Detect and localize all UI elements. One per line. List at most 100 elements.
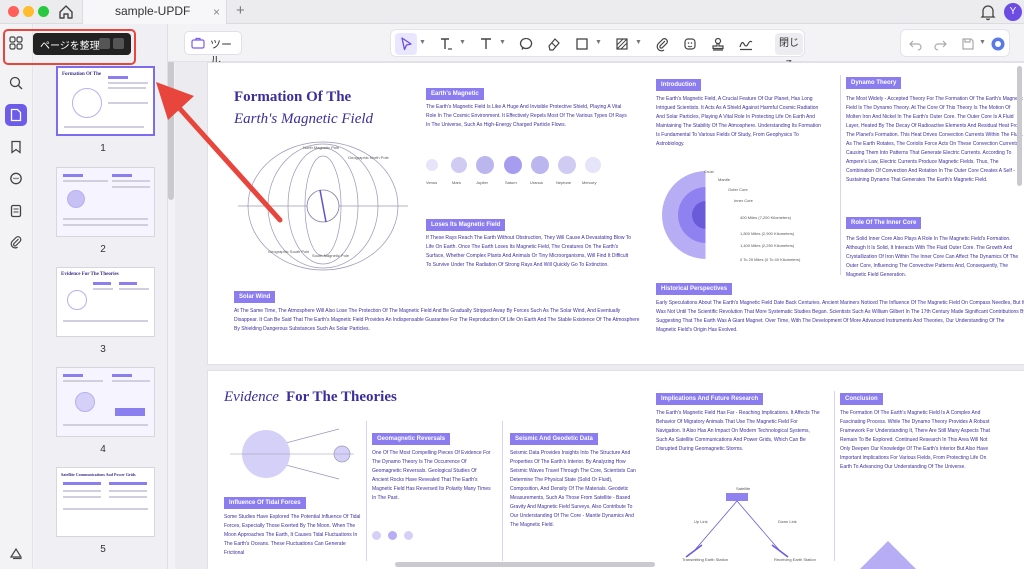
close-annotation-button[interactable]: 閉じる (775, 33, 803, 71)
home-icon[interactable] (57, 3, 75, 21)
toolbox-icon (191, 37, 205, 49)
bell-icon[interactable] (980, 3, 996, 21)
thumbnail-graphic (63, 374, 83, 377)
bookmark-button[interactable] (5, 136, 27, 158)
avatar[interactable]: Y (1004, 3, 1022, 21)
select-tool[interactable] (395, 33, 417, 55)
thumbnail-graphic (63, 380, 103, 382)
section-text: At The Same Time, The Atmosphere Will Al… (234, 308, 640, 332)
ai-assistant-button[interactable] (987, 33, 1009, 55)
core-label: 400 Miles (7,200 Kilometers) (740, 215, 791, 220)
document-tab-title: sample-UPDF (115, 4, 191, 18)
chevron-down-icon[interactable]: ▼ (419, 39, 426, 46)
planet-graphic (476, 156, 494, 174)
section-heading: Conclusion (840, 393, 883, 405)
section-text: If These Rays Reach The Earth Without Ob… (426, 235, 632, 268)
redo-button[interactable] (929, 33, 951, 55)
planet-label: Jupiter (476, 180, 489, 185)
vertical-scrollbar[interactable] (1017, 66, 1022, 186)
eraser-tool[interactable] (543, 33, 565, 55)
chevron-down-icon[interactable]: ▼ (499, 39, 506, 46)
form-button[interactable] (5, 200, 27, 222)
thumbnail-graphic (109, 496, 147, 498)
page-thumbnail-3[interactable]: Evidence For The Theories (56, 267, 155, 337)
comment-icon (10, 172, 22, 185)
ai-logo-icon (991, 37, 1005, 51)
chevron-down-icon[interactable]: ▼ (635, 39, 642, 46)
paperclip-icon (10, 236, 22, 249)
thumbnail-graphic (119, 288, 149, 290)
thumbnail-graphic (112, 180, 150, 182)
thumbnail-graphic (63, 320, 148, 322)
chevron-down-icon[interactable]: ▼ (595, 39, 602, 46)
thumbnail-page-number: 4 (100, 444, 106, 455)
shape-tool[interactable] (571, 33, 593, 55)
thumbnail-graphic (119, 282, 137, 285)
horizontal-scrollbar[interactable] (395, 562, 655, 567)
thumbnail-graphic (108, 102, 148, 104)
thumbnail-graphic (63, 508, 148, 510)
toolbar: ツール ▼ ▼ ▼ ▼ ▼ 閉じる ▼ (168, 24, 1024, 71)
title-bar: sample-UPDF × + Y (0, 0, 1024, 24)
core-label: Outer Core (728, 187, 748, 192)
note-tool[interactable] (515, 33, 537, 55)
document-tab[interactable]: sample-UPDF × (82, 0, 227, 24)
column-divider (834, 391, 835, 561)
search-button[interactable] (5, 72, 27, 94)
page-thumbnail-1[interactable]: Formation Of The (56, 66, 155, 136)
comment-icon (519, 37, 533, 50)
attachment-button[interactable] (5, 231, 27, 253)
thumbnail-graphic (112, 186, 150, 188)
stamp-tool[interactable] (707, 33, 729, 55)
signature-tool[interactable] (735, 33, 757, 55)
planet-label: Neptune (556, 180, 572, 185)
save-button[interactable] (957, 33, 979, 55)
core-label: Crust (704, 169, 714, 174)
shortcut-key-icon (113, 38, 124, 49)
section-heading: Role Of The Inner Core (846, 217, 922, 229)
right-tool-group: ▼ (900, 29, 1010, 57)
thumbnail-graphic (63, 218, 148, 220)
planet-graphic (585, 157, 601, 173)
planet-label: Mars (452, 180, 461, 185)
thumbnail-graphic (63, 490, 101, 492)
text-highlight-tool[interactable] (435, 33, 457, 55)
area-fill-tool[interactable] (611, 33, 633, 55)
tools-button[interactable]: ツール (184, 31, 242, 67)
page-thumbnail-4[interactable] (56, 367, 155, 437)
thumbnail-scrollbar[interactable] (168, 60, 174, 200)
thumbnail-graphic (108, 76, 128, 79)
thumbnail-graphic (75, 392, 95, 412)
document-area: Formation Of The Earth's Magnetic Field … (175, 62, 1024, 569)
section-text: Early Speculations About The Earth's Mag… (656, 300, 1024, 333)
minimize-window-button[interactable] (23, 6, 34, 17)
signature-icon (739, 40, 753, 51)
tab-close-icon[interactable]: × (213, 5, 220, 19)
satellite-label: Receiving Earth Station (774, 557, 816, 562)
bookmark-icon (11, 140, 21, 154)
maximize-window-button[interactable] (38, 6, 49, 17)
page-thumbnail-2[interactable] (56, 167, 155, 237)
column-divider (502, 421, 503, 561)
thumbnails-button[interactable] (5, 104, 27, 126)
text-tool[interactable] (475, 33, 497, 55)
chevron-down-icon[interactable]: ▼ (979, 39, 986, 46)
attach-file-tool[interactable] (651, 33, 673, 55)
comments-button[interactable] (5, 168, 27, 190)
section-heading: Dynamo Theory (846, 77, 902, 89)
thumbnail-graphic (112, 380, 150, 382)
thumbnail-title: Formation Of The (62, 72, 102, 77)
thumbnail-graphic (64, 126, 144, 128)
satellite-label: Up Link (694, 519, 708, 524)
page-thumbnail-5[interactable]: Satellite Communications And Power Grids (56, 467, 155, 537)
section-heading: Influence Of Tidal Forces (224, 497, 306, 509)
redo-icon (934, 40, 947, 51)
layers-button[interactable] (5, 542, 27, 564)
satellite-label: Satellite (736, 486, 751, 491)
close-window-button[interactable] (8, 6, 19, 17)
new-tab-icon[interactable]: + (236, 2, 245, 19)
undo-button[interactable] (905, 33, 927, 55)
sticker-tool[interactable] (679, 33, 701, 55)
chevron-down-icon[interactable]: ▼ (459, 39, 466, 46)
planet-graphic (504, 156, 522, 174)
